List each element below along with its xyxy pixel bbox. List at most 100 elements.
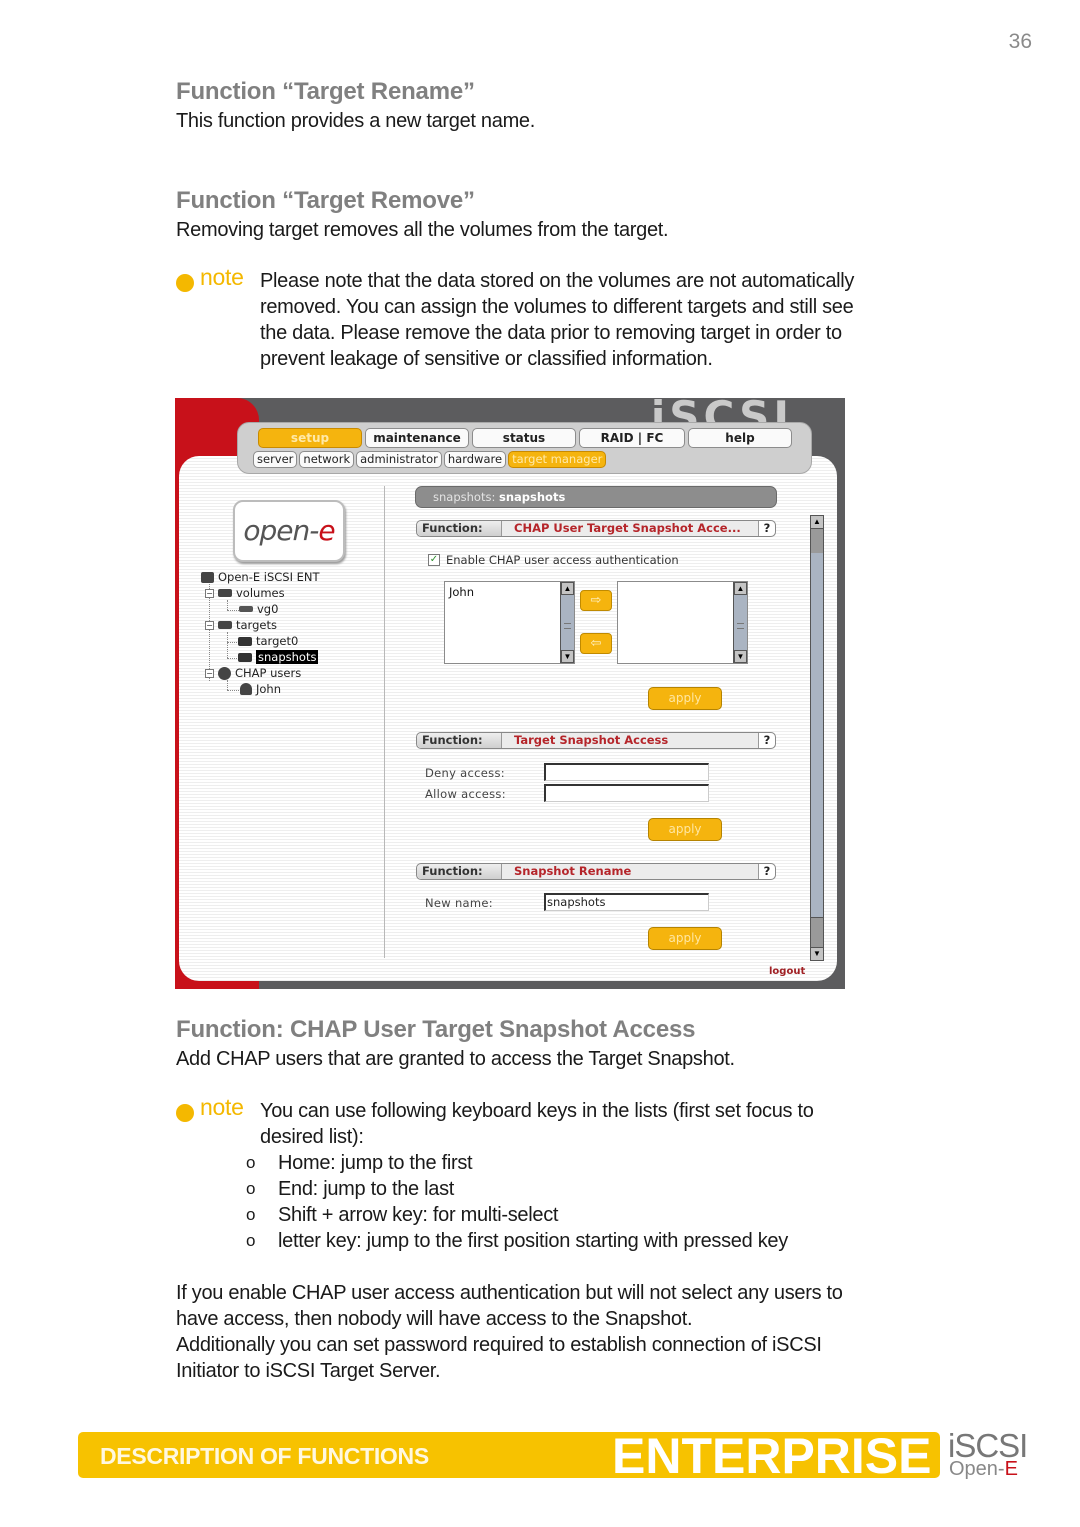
note-bullet-icon xyxy=(176,1104,194,1122)
tab-raid-fc[interactable]: RAID | FC xyxy=(579,428,685,448)
scroll-grip-icon xyxy=(564,622,571,629)
tab-setup[interactable]: setup xyxy=(258,428,362,448)
server-icon xyxy=(201,571,214,583)
tree-node-targets[interactable]: − targets xyxy=(205,618,277,632)
tree-label: vg0 xyxy=(257,602,279,616)
list-item[interactable]: John xyxy=(445,582,574,599)
apply-access-button[interactable]: apply xyxy=(648,818,722,841)
note-label: note xyxy=(200,1094,244,1120)
scroll-up-icon[interactable]: ▲ xyxy=(811,516,823,529)
paragraph-line: Initiator to iSCSI Target Server. xyxy=(176,1360,441,1382)
open-e-logo: open-e xyxy=(233,500,345,562)
scroll-down-icon[interactable]: ▼ xyxy=(734,650,747,663)
function-label: Function: xyxy=(417,521,502,536)
breadcrumb: snapshots: snapshots xyxy=(415,486,777,508)
list-scrollbar[interactable]: ▲ ▼ xyxy=(560,582,574,663)
allow-access-input[interactable] xyxy=(544,784,709,802)
function-title: Snapshot Rename xyxy=(514,864,632,878)
scroll-up-icon[interactable]: ▲ xyxy=(561,582,574,595)
collapse-icon[interactable]: − xyxy=(205,668,214,678)
logo-accent: e xyxy=(318,514,335,547)
footer-company-logo: Open-E xyxy=(949,1458,1018,1481)
remove-user-button[interactable]: ⇦ xyxy=(580,633,612,654)
tree-node-john[interactable]: John xyxy=(240,682,281,696)
note-label: note xyxy=(200,264,244,290)
function-title: Target Snapshot Access xyxy=(514,733,669,747)
tree-node-vg0[interactable]: vg0 xyxy=(239,602,278,616)
subtab-hardware[interactable]: hardware xyxy=(443,451,507,468)
tree-node-root[interactable]: Open-E iSCSI ENT xyxy=(201,570,320,584)
deny-access-label: Deny access: xyxy=(425,766,505,780)
tree-label: CHAP users xyxy=(235,666,302,680)
keyboard-keys-list: o Home: jump to the first o End: jump to t… xyxy=(246,1150,788,1254)
help-button[interactable]: ? xyxy=(758,733,775,748)
tree-node-snapshots[interactable]: snapshots xyxy=(238,650,319,664)
tree-node-volumes[interactable]: − volumes xyxy=(205,586,285,600)
collapse-icon[interactable]: − xyxy=(205,620,214,630)
page-number: 36 xyxy=(1008,30,1032,53)
scroll-down-icon[interactable]: ▼ xyxy=(561,650,574,663)
tab-status[interactable]: status xyxy=(472,428,576,448)
function-label: Function: xyxy=(417,864,502,879)
function-title: CHAP User Target Snapshot Acce... xyxy=(514,521,741,535)
tree-node-target0[interactable]: target0 xyxy=(238,634,298,648)
target-icon xyxy=(238,636,252,646)
note-line: You can use following keyboard keys in t… xyxy=(260,1100,814,1122)
scroll-up-icon[interactable]: ▲ xyxy=(734,582,747,595)
list-item: o End: jump to the last xyxy=(246,1176,788,1202)
function-label: Function: xyxy=(417,733,502,748)
checkmark-icon[interactable]: ✓ xyxy=(428,554,440,566)
scroll-down-icon[interactable]: ▼ xyxy=(811,947,823,960)
disk-icon xyxy=(239,606,253,612)
new-name-input[interactable]: snapshots xyxy=(544,893,709,911)
scroll-track-lower[interactable] xyxy=(811,917,823,947)
tree-node-chap-users[interactable]: − CHAP users xyxy=(205,666,301,680)
function-header-rename: Function: Snapshot Rename ? xyxy=(416,863,776,880)
section-body-chap-access: Add CHAP users that are granted to acces… xyxy=(176,1048,735,1070)
enable-chap-checkbox[interactable]: ✓ Enable CHAP user access authentication xyxy=(428,553,679,567)
function-header-access: Function: Target Snapshot Access ? xyxy=(416,732,776,749)
tab-help[interactable]: help xyxy=(688,428,792,448)
list-item: o Home: jump to the first xyxy=(246,1150,788,1176)
paragraph-line: If you enable CHAP user access authentic… xyxy=(176,1282,843,1304)
apply-rename-button[interactable]: apply xyxy=(648,927,722,950)
deny-access-input[interactable] xyxy=(544,763,709,781)
note-target-remove: note Please note that the data stored on… xyxy=(176,264,936,372)
snapshot-icon xyxy=(238,652,252,662)
note-bullet-icon xyxy=(176,274,194,292)
logout-link[interactable]: logout xyxy=(769,966,805,977)
checkbox-label: Enable CHAP user access authentication xyxy=(446,553,679,567)
note-line: prevent leakage of sensitive or classifi… xyxy=(260,348,713,370)
tree-label: John xyxy=(256,682,282,696)
users-icon xyxy=(218,666,231,680)
main-scrollbar[interactable]: ▲ ▼ xyxy=(810,515,824,961)
logo-text: open- xyxy=(243,514,319,547)
footer-section-label: DESCRIPTION OF FUNCTIONS xyxy=(100,1443,429,1469)
subtab-network[interactable]: network xyxy=(299,451,355,468)
bullet-icon: o xyxy=(246,1153,256,1172)
collapse-icon[interactable]: − xyxy=(205,588,214,598)
granted-users-list[interactable]: ▲ ▼ xyxy=(617,581,748,664)
section-body-target-rename: This function provides a new target name… xyxy=(176,110,536,132)
available-users-list[interactable]: John ▲ ▼ xyxy=(444,581,575,664)
allow-access-label: Allow access: xyxy=(425,787,506,801)
scroll-thumb[interactable] xyxy=(811,529,823,553)
section-body-target-remove: Removing target removes all the volumes … xyxy=(176,219,669,241)
tree-label: target0 xyxy=(256,634,299,648)
help-button[interactable]: ? xyxy=(758,521,775,536)
subtab-server[interactable]: server xyxy=(253,451,298,468)
paragraph-line: have access, then nobody will have acces… xyxy=(176,1308,693,1330)
scroll-grip-icon xyxy=(737,622,744,629)
list-scrollbar[interactable]: ▲ ▼ xyxy=(733,582,747,663)
tree-label: volumes xyxy=(236,586,285,600)
add-user-button[interactable]: ⇨ xyxy=(580,590,612,611)
apply-chap-button[interactable]: apply xyxy=(648,687,722,710)
subtab-administrator[interactable]: administrator xyxy=(356,451,442,468)
subtab-target-manager[interactable]: target manager xyxy=(508,451,607,468)
navigation-bar: setup maintenance status RAID | FC help … xyxy=(237,422,812,474)
tab-maintenance[interactable]: maintenance xyxy=(365,428,469,448)
help-button[interactable]: ? xyxy=(758,864,775,879)
company-accent: E xyxy=(1004,1458,1018,1480)
bullet-icon: o xyxy=(246,1205,256,1224)
breadcrumb-prefix: snapshots: xyxy=(433,490,496,504)
